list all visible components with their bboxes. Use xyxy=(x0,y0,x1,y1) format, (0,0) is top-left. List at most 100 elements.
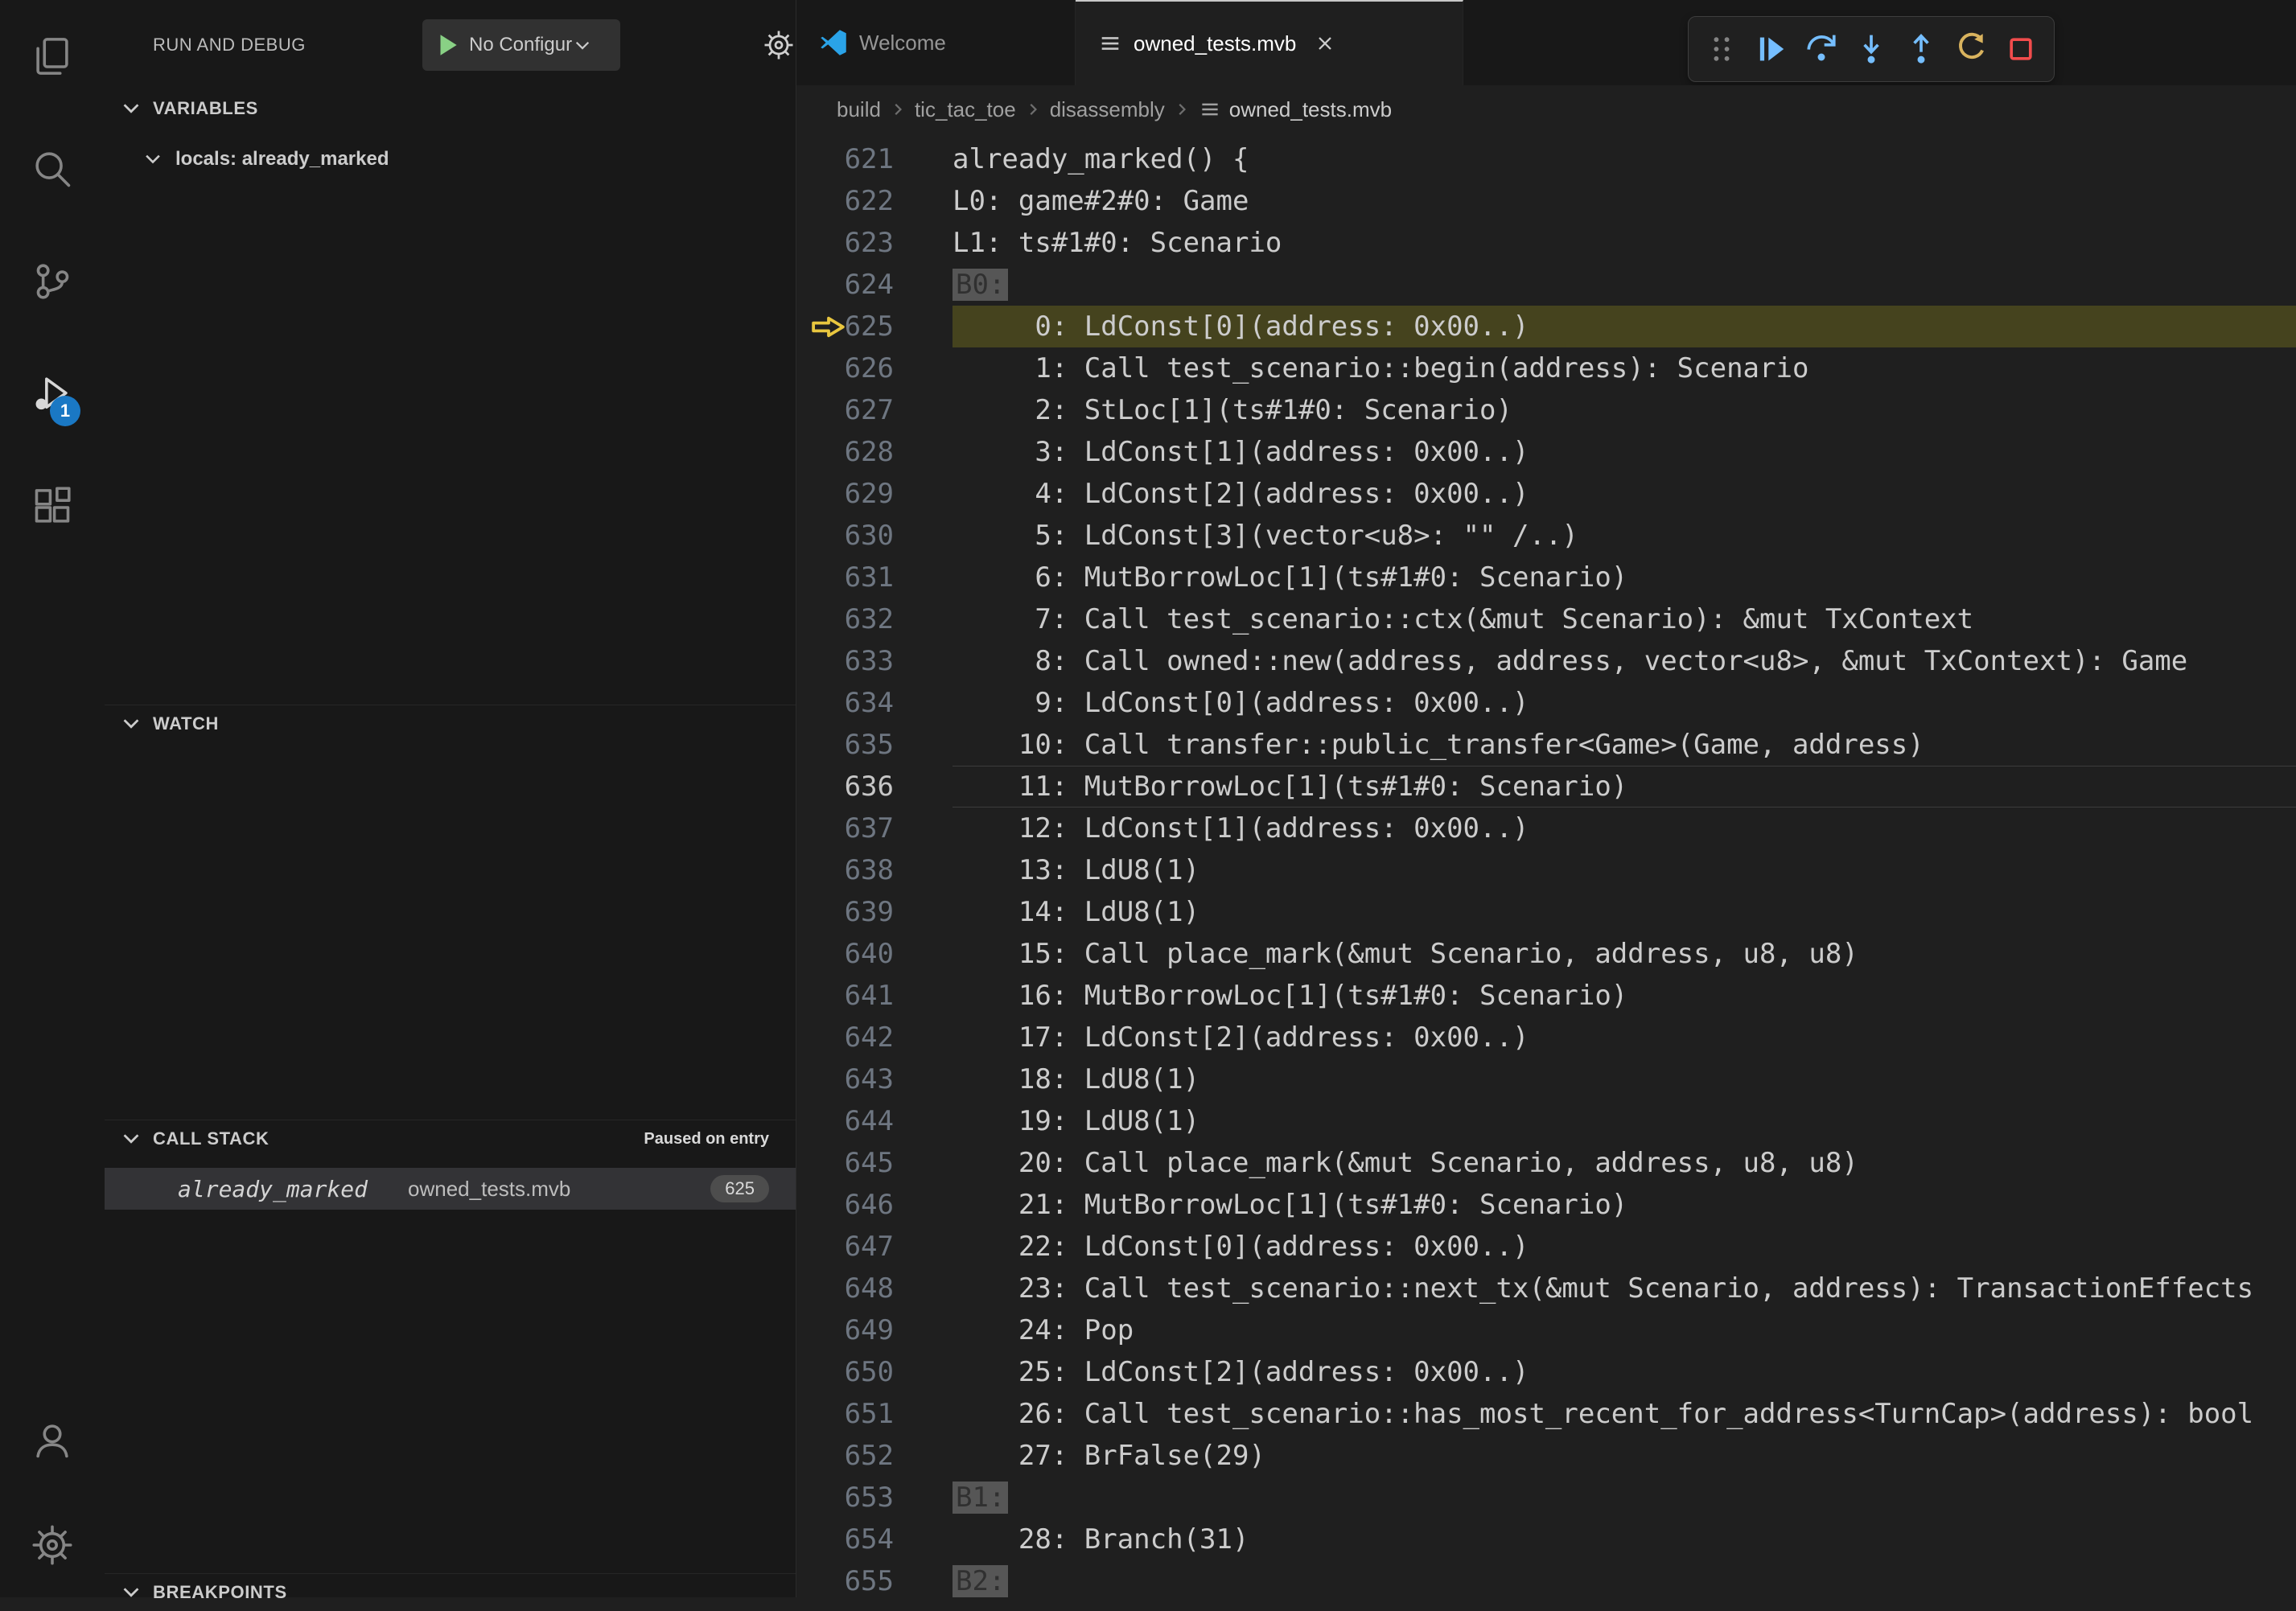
activity-settings[interactable] xyxy=(0,1493,105,1597)
code-line[interactable]: 621 already_marked() { xyxy=(796,138,2296,180)
line-number[interactable]: 627 xyxy=(796,389,894,431)
code-line[interactable]: 637 12: LdConst[1](address: 0x00..) xyxy=(796,808,2296,849)
restart-button[interactable] xyxy=(1946,23,1996,75)
code-line[interactable]: 645 20: Call place_mark(&mut Scenario, a… xyxy=(796,1142,2296,1184)
step-over-button[interactable] xyxy=(1796,23,1846,75)
code-line[interactable]: 651 26: Call test_scenario::has_most_rec… xyxy=(796,1393,2296,1435)
activity-explorer[interactable] xyxy=(0,0,105,113)
code-line[interactable]: 638 13: LdU8(1) xyxy=(796,849,2296,891)
breakpoints-section-header[interactable]: BREAKPOINTS xyxy=(105,1573,796,1611)
activity-extensions[interactable] xyxy=(0,450,105,563)
code-line[interactable]: 655 B2: xyxy=(796,1560,2296,1597)
debug-config-dropdown[interactable]: No Configur xyxy=(422,19,620,71)
line-number[interactable]: 628 xyxy=(796,431,894,473)
tab-welcome[interactable]: Welcome xyxy=(796,0,1076,85)
line-number[interactable]: 626 xyxy=(796,347,894,389)
step-out-button[interactable] xyxy=(1896,23,1946,75)
call-stack-frame[interactable]: already_marked owned_tests.mvb 625 xyxy=(105,1168,796,1210)
code-line[interactable]: 642 17: LdConst[2](address: 0x00..) xyxy=(796,1017,2296,1058)
code-line[interactable]: 632 7: Call test_scenario::ctx(&mut Scen… xyxy=(796,598,2296,640)
activity-source-control[interactable] xyxy=(0,225,105,338)
code-line[interactable]: 654 28: Branch(31) xyxy=(796,1519,2296,1560)
line-number[interactable]: 629 xyxy=(796,473,894,515)
close-icon[interactable] xyxy=(1314,32,1336,55)
code-line[interactable]: 629 4: LdConst[2](address: 0x00..) xyxy=(796,473,2296,515)
debug-settings-button[interactable] xyxy=(763,29,795,61)
variables-section-header[interactable]: VARIABLES xyxy=(105,90,796,127)
line-number[interactable]: 635 xyxy=(796,724,894,766)
code-line[interactable]: 627 2: StLoc[1](ts#1#0: Scenario) xyxy=(796,389,2296,431)
line-number[interactable]: 632 xyxy=(796,598,894,640)
code-line[interactable]: 641 16: MutBorrowLoc[1](ts#1#0: Scenario… xyxy=(796,975,2296,1017)
step-into-button[interactable] xyxy=(1846,23,1896,75)
line-number[interactable]: 621 xyxy=(796,138,894,180)
line-number[interactable]: 644 xyxy=(796,1100,894,1142)
line-number[interactable]: 643 xyxy=(796,1058,894,1100)
toolbar-drag-handle[interactable] xyxy=(1697,23,1747,75)
line-number[interactable]: 650 xyxy=(796,1351,894,1393)
code-line[interactable]: 652 27: BrFalse(29) xyxy=(796,1435,2296,1477)
line-number[interactable]: 648 xyxy=(796,1268,894,1309)
variables-locals-scope[interactable]: locals: already_marked xyxy=(105,138,796,180)
code-line[interactable]: 644 19: LdU8(1) xyxy=(796,1100,2296,1142)
start-debug-icon[interactable] xyxy=(434,31,461,59)
breadcrumb-tic-tac-toe[interactable]: tic_tac_toe xyxy=(915,97,1016,122)
line-number[interactable]: 645 xyxy=(796,1142,894,1184)
code-line[interactable]: 640 15: Call place_mark(&mut Scenario, a… xyxy=(796,933,2296,975)
line-number[interactable]: 639 xyxy=(796,891,894,933)
code-line[interactable]: 622 L0: game#2#0: Game xyxy=(796,180,2296,222)
code-line[interactable]: 643 18: LdU8(1) xyxy=(796,1058,2296,1100)
line-number[interactable]: 642 xyxy=(796,1017,894,1058)
call-stack-section-header[interactable]: CALL STACK Paused on entry xyxy=(105,1120,796,1157)
line-number[interactable]: 641 xyxy=(796,975,894,1017)
breadcrumb-build[interactable]: build xyxy=(837,97,881,122)
code-line[interactable]: 634 9: LdConst[0](address: 0x00..) xyxy=(796,682,2296,724)
breadcrumb-disassembly[interactable]: disassembly xyxy=(1050,97,1165,122)
line-number[interactable]: 634 xyxy=(796,682,894,724)
line-number[interactable]: 652 xyxy=(796,1435,894,1477)
continue-button[interactable] xyxy=(1747,23,1796,75)
code-line[interactable]: 625 0: LdConst[0](address: 0x00..) xyxy=(796,306,2296,347)
watch-section-header[interactable]: WATCH xyxy=(105,705,796,742)
line-number[interactable]: 653 xyxy=(796,1477,894,1519)
stop-button[interactable] xyxy=(1996,23,2046,75)
line-number[interactable]: 622 xyxy=(796,180,894,222)
code-line[interactable]: 635 10: Call transfer::public_transfer<G… xyxy=(796,724,2296,766)
code-line[interactable]: 648 23: Call test_scenario::next_tx(&mut… xyxy=(796,1268,2296,1309)
breadcrumb-file[interactable]: owned_tests.mvb xyxy=(1229,97,1392,122)
code-line[interactable]: 626 1: Call test_scenario::begin(address… xyxy=(796,347,2296,389)
line-number[interactable]: 636 xyxy=(796,766,894,808)
call-stack-section-label: CALL STACK xyxy=(153,1128,270,1149)
line-number[interactable]: 630 xyxy=(796,515,894,557)
activity-accounts[interactable] xyxy=(0,1388,105,1493)
line-number[interactable]: 647 xyxy=(796,1226,894,1268)
code-line[interactable]: 628 3: LdConst[1](address: 0x00..) xyxy=(796,431,2296,473)
tab-owned-tests[interactable]: owned_tests.mvb xyxy=(1076,0,1463,85)
code-line[interactable]: 653 B1: xyxy=(796,1477,2296,1519)
line-number[interactable]: 624 xyxy=(796,264,894,306)
line-number[interactable]: 640 xyxy=(796,933,894,975)
line-number[interactable]: 655 xyxy=(796,1560,894,1597)
code-line[interactable]: 630 5: LdConst[3](vector<u8>: "" /..) xyxy=(796,515,2296,557)
code-line[interactable]: 623 L1: ts#1#0: Scenario xyxy=(796,222,2296,264)
code-line[interactable]: 647 22: LdConst[0](address: 0x00..) xyxy=(796,1226,2296,1268)
line-number[interactable]: 654 xyxy=(796,1519,894,1560)
code-line[interactable]: 633 8: Call owned::new(address, address,… xyxy=(796,640,2296,682)
line-number[interactable]: 638 xyxy=(796,849,894,891)
code-line[interactable]: 636 11: MutBorrowLoc[1](ts#1#0: Scenario… xyxy=(796,766,2296,808)
code-line[interactable]: 624 B0: xyxy=(796,264,2296,306)
line-number[interactable]: 631 xyxy=(796,557,894,598)
code-line[interactable]: 650 25: LdConst[2](address: 0x00..) xyxy=(796,1351,2296,1393)
line-number[interactable]: 623 xyxy=(796,222,894,264)
activity-search[interactable] xyxy=(0,113,105,225)
line-number[interactable]: 646 xyxy=(796,1184,894,1226)
activity-run-and-debug[interactable]: 1 xyxy=(0,338,105,450)
code-line[interactable]: 649 24: Pop xyxy=(796,1309,2296,1351)
code-line[interactable]: 639 14: LdU8(1) xyxy=(796,891,2296,933)
line-number[interactable]: 649 xyxy=(796,1309,894,1351)
line-number[interactable]: 637 xyxy=(796,808,894,849)
line-number[interactable]: 633 xyxy=(796,640,894,682)
line-number[interactable]: 651 xyxy=(796,1393,894,1435)
code-line[interactable]: 631 6: MutBorrowLoc[1](ts#1#0: Scenario) xyxy=(796,557,2296,598)
code-line[interactable]: 646 21: MutBorrowLoc[1](ts#1#0: Scenario… xyxy=(796,1184,2296,1226)
